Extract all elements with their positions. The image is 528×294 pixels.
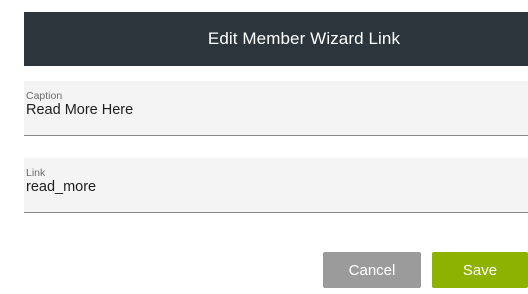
link-field[interactable]: Link: [24, 158, 528, 213]
save-button[interactable]: Save: [432, 252, 528, 288]
caption-label: Caption: [26, 90, 63, 102]
link-label: Link: [26, 167, 46, 179]
caption-field[interactable]: Caption: [24, 81, 528, 136]
edit-link-dialog: Edit Member Wizard Link Caption Link Can…: [0, 0, 528, 294]
dialog-header: Edit Member Wizard Link: [24, 12, 528, 66]
caption-input[interactable]: [26, 102, 506, 118]
link-input[interactable]: [26, 179, 506, 195]
dialog-title: Edit Member Wizard Link: [207, 29, 401, 48]
cancel-button[interactable]: Cancel: [323, 252, 421, 288]
